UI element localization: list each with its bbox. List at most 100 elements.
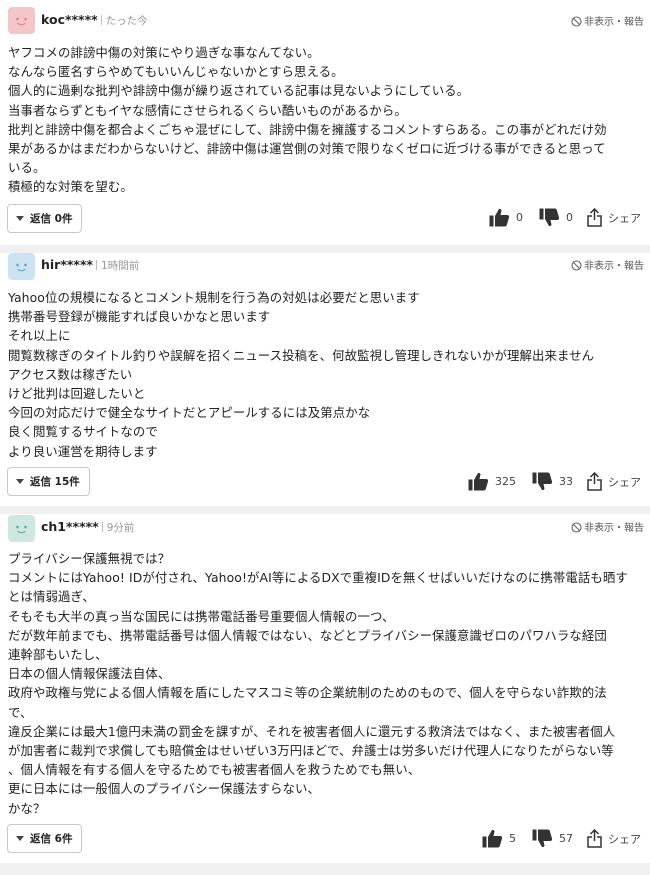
timestamp: 1時間前	[101, 260, 140, 272]
meta-divider	[101, 522, 103, 532]
dislike-count: 57	[559, 832, 573, 845]
avatar[interactable]	[8, 253, 35, 280]
block-icon	[571, 16, 582, 27]
like-button[interactable]: 0	[489, 208, 523, 227]
reply-button[interactable]: 返信 15件	[7, 467, 90, 496]
comment-line: 違反企業には最大1億円未満の罰金を課すが、それを被害者個人に還元する救済法ではな…	[8, 723, 616, 739]
hide-report-label: 非表示・報告	[584, 17, 644, 28]
hide-report-button[interactable]: 非表示・報告	[571, 257, 644, 272]
comment-line: なんなら匿名すらやめてもいいんじゃないかとすら思える。	[8, 64, 344, 80]
share-label: シェア	[608, 832, 641, 846]
comment-line: とは情弱過ぎ、	[8, 589, 95, 605]
comment-body: プライバシー保護無視では？ コメントにはYahoo! IDが付され、Yahoo!…	[8, 549, 638, 818]
username[interactable]: ch1*****	[41, 519, 99, 534]
comment-line: 個人的に過剰な批判や誹謗中傷が繰り返されている記事は見ないようにしている。	[8, 83, 470, 99]
comment-line: より良い運営を期待します	[8, 443, 158, 459]
comment-meta: hir***** 1時間前	[41, 257, 139, 273]
hide-report-label: 非表示・報告	[584, 523, 644, 534]
dislike-button[interactable]: 33	[532, 472, 573, 491]
share-icon	[587, 208, 602, 227]
avatar[interactable]	[8, 515, 35, 542]
dislike-count: 0	[566, 211, 573, 224]
meta-divider	[96, 260, 98, 270]
comment-line: ヤフコメの誹謗中傷の対策にやり過ぎな事なんてない。	[8, 45, 320, 60]
thumbs-up-icon	[489, 208, 510, 227]
like-count: 325	[495, 475, 516, 488]
thumbs-up-icon	[468, 472, 489, 491]
reply-button[interactable]: 返信 6件	[7, 824, 83, 853]
like-button[interactable]: 5	[482, 829, 516, 848]
comment-line: が加害者に裁判で求償しても賠償金はせいぜい3万円ほどで、弁護士は労多いだけ代理人…	[8, 743, 614, 759]
reply-label: 返信 6件	[30, 833, 73, 845]
reply-label: 返信 0件	[30, 213, 73, 225]
share-label: シェア	[608, 211, 641, 225]
avatar[interactable]	[8, 7, 35, 34]
comment-line: コメントにはYahoo! IDが付され、Yahoo!がAI等によるDXで重複ID…	[8, 570, 628, 586]
username[interactable]: hir*****	[41, 257, 93, 272]
thumbs-up-icon	[482, 829, 503, 848]
comment-separator	[0, 245, 650, 253]
reply-button[interactable]: 返信 0件	[7, 204, 83, 233]
comment-actions: 0 0 シェア	[489, 208, 641, 227]
comment-line: そもそも大半の真っ当な国民には携帯電話番号重要個人情報の一つ、	[8, 608, 395, 624]
comment-line: 当事者ならずともイヤな感情にさせられるくらい酷いものがあるから。	[8, 102, 407, 118]
avatar-face-icon	[8, 253, 35, 280]
comment-card: koc***** たった今 非表示・報告 ヤフコメの誹謗中傷の対策にやり過ぎな事な…	[0, 0, 650, 245]
chevron-down-icon	[16, 216, 24, 221]
comment-line: いる。	[8, 160, 46, 176]
comment-line: 携帯番号登録が機能すれば良いかなと思います	[8, 309, 271, 325]
share-button[interactable]: シェア	[587, 829, 641, 848]
comment-line: 良く閲覧するサイトなので	[8, 424, 158, 440]
comment-line: けど批判は回避したいと	[8, 386, 146, 402]
comment-separator	[0, 506, 650, 514]
avatar-face-icon	[8, 515, 35, 542]
hide-report-button[interactable]: 非表示・報告	[571, 519, 644, 534]
share-label: シェア	[608, 475, 641, 489]
comment-meta: ch1***** 9分前	[41, 519, 134, 535]
comment-line: で、	[8, 704, 33, 720]
like-button[interactable]: 325	[468, 472, 516, 491]
comment-meta: koc***** たった今	[41, 12, 148, 28]
hide-report-button[interactable]: 非表示・報告	[571, 13, 644, 28]
comment-line: 、個人情報を有する個人を守るためでも被害者個人を救うためでも無い、	[8, 762, 421, 778]
comment-line: 果があるかはまだわからないけど、誹謗中傷は運営側の対策で限りなくゼロに近づける事…	[8, 141, 606, 157]
share-icon	[587, 829, 602, 848]
comment-actions: 325 33 シェア	[468, 472, 641, 491]
hide-report-label: 非表示・報告	[584, 261, 644, 272]
comment-line: 積極的な対策を望む。	[8, 179, 133, 195]
reply-label: 返信 15件	[30, 476, 80, 488]
comment-line: アクセス数は稼ぎたい	[8, 366, 133, 382]
comment-card: hir***** 1時間前 非表示・報告 Yahoo位の規模になるとコメント規制を…	[0, 253, 650, 506]
comment-actions: 5 57 シェア	[482, 829, 641, 848]
comment-line: 今回の対応だけで健全なサイトだとアピールするには及第点かな	[8, 405, 371, 421]
share-icon	[587, 472, 602, 491]
meta-divider	[100, 15, 102, 25]
dislike-count: 33	[559, 475, 573, 488]
comment-separator	[0, 863, 650, 875]
comment-line: それ以上に	[8, 328, 71, 344]
share-button[interactable]: シェア	[587, 472, 641, 491]
comment-line: だが数年前までも、携帯電話番号は個人情報ではない、などとプライバシー保護意識ゼロ…	[8, 627, 607, 643]
comment-line: 連幹部もいたし、	[8, 647, 108, 663]
comment-line: 日本の個人情報保護法自体、	[8, 666, 171, 682]
dislike-button[interactable]: 57	[532, 829, 573, 848]
avatar-face-icon	[8, 7, 35, 34]
timestamp: 9分前	[106, 522, 135, 534]
comment-line: 更に日本には一般個人のプライバシー保護法すらない、	[8, 781, 321, 797]
username[interactable]: koc*****	[41, 12, 98, 27]
thumbs-down-icon	[532, 829, 553, 848]
thumbs-down-icon	[532, 472, 553, 491]
comment-line: Yahoo位の規模になるとコメント規制を行う為の対処は必要だと思います	[8, 290, 420, 305]
dislike-button[interactable]: 0	[539, 208, 573, 227]
like-count: 5	[509, 832, 516, 845]
chevron-down-icon	[16, 836, 24, 841]
block-icon	[571, 522, 582, 533]
share-button[interactable]: シェア	[587, 208, 641, 227]
comment-body: Yahoo位の規模になるとコメント規制を行う為の対処は必要だと思います 携帯番号…	[8, 288, 638, 461]
comment-line: かな？	[8, 800, 46, 816]
thumbs-down-icon	[539, 208, 560, 227]
comment-body: ヤフコメの誹謗中傷の対策にやり過ぎな事なんてない。 なんなら匿名すらやめてもいい…	[8, 43, 638, 197]
comment-card: ch1***** 9分前 非表示・報告 プライバシー保護無視では？ コメントにはY…	[0, 514, 650, 863]
block-icon	[571, 260, 582, 271]
comment-line: 政府や政権与党による個人情報を盾にしたマスコミ等の企業統制のためのもので、個人を…	[8, 685, 607, 701]
